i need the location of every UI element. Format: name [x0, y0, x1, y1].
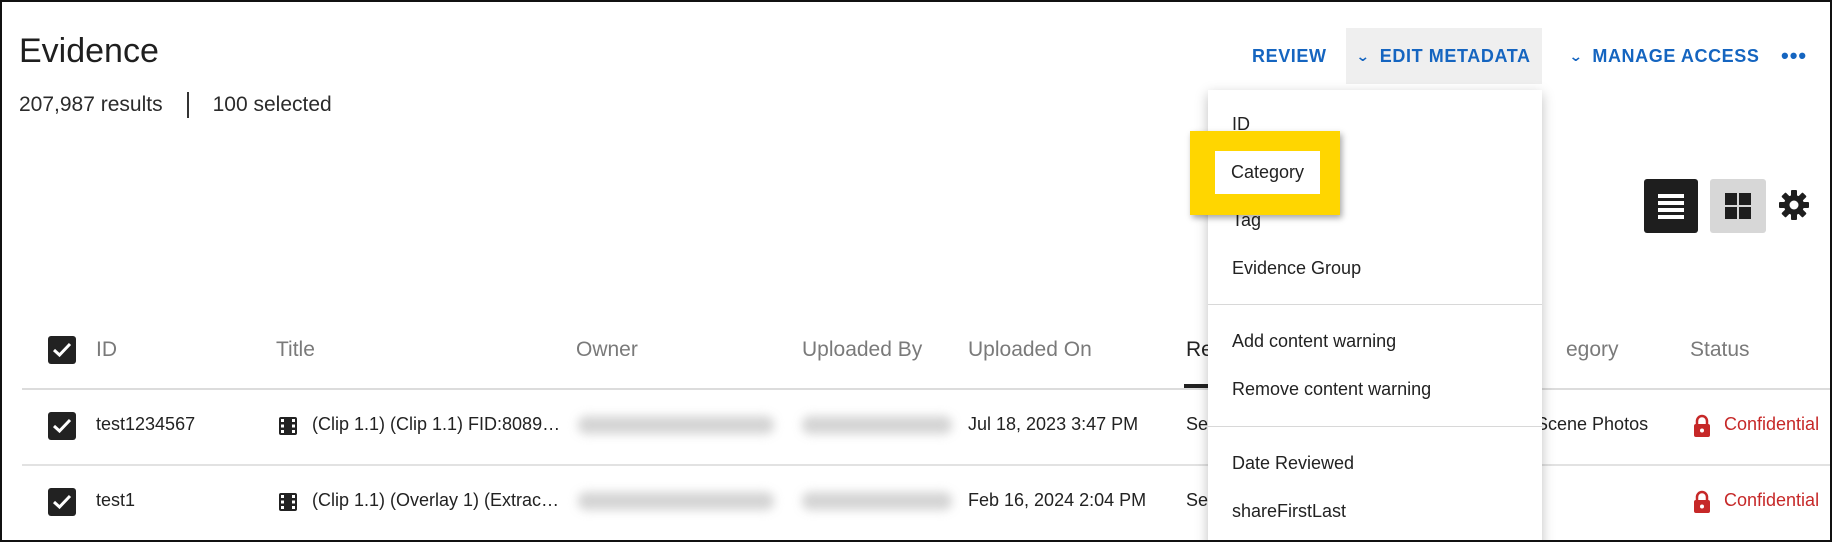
column-header-category[interactable]: egory: [1566, 338, 1619, 362]
menu-item-remove-content-warning[interactable]: Remove content warning: [1232, 379, 1431, 400]
select-all-checkbox[interactable]: [48, 336, 76, 364]
column-header-id[interactable]: ID: [96, 338, 117, 362]
lock-icon: [1694, 490, 1710, 513]
check-icon: [52, 342, 72, 358]
check-icon: [52, 494, 72, 510]
row-uploaded-on: Feb 16, 2024 2:04 PM: [968, 490, 1147, 510]
list-view-button[interactable]: [1644, 179, 1698, 233]
table-row[interactable]: test1 (Clip 1.1) (Overlay 1) (Extrac… Fe…: [22, 466, 1830, 540]
table-row[interactable]: test1234567 (Clip 1.1) (Clip 1.1) FID:80…: [22, 390, 1830, 466]
menu-divider: [1208, 426, 1542, 427]
grid-view-icon: [1725, 193, 1751, 219]
column-header-uploaded-by[interactable]: Uploaded By: [802, 338, 922, 362]
row-reviewed: Se: [1186, 490, 1209, 510]
list-view-icon: [1658, 194, 1684, 219]
column-header-title[interactable]: Title: [276, 338, 315, 362]
more-options-icon[interactable]: •••: [1781, 28, 1807, 84]
row-reviewed: Se: [1186, 414, 1209, 434]
menu-item-evidence-group[interactable]: Evidence Group: [1232, 258, 1361, 279]
row-id: test1234567: [96, 414, 196, 434]
table-header: ID Title Owner Uploaded By Uploaded On R…: [22, 324, 1830, 390]
review-button[interactable]: REVIEW: [1252, 28, 1327, 84]
menu-item-add-content-warning[interactable]: Add content warning: [1232, 331, 1396, 352]
selected-count: 100 selected: [212, 93, 332, 116]
manage-access-button[interactable]: ⌄ MANAGE ACCESS: [1568, 28, 1760, 84]
row-id: test1: [96, 490, 136, 510]
check-icon: [52, 418, 72, 434]
chevron-down-icon: ⌄: [1356, 47, 1372, 64]
app-window: Evidence 207,987 results 100 selected RE…: [0, 0, 1832, 542]
edit-metadata-button[interactable]: ⌄ EDIT METADATA: [1346, 28, 1542, 84]
row-checkbox[interactable]: [48, 488, 76, 516]
video-clip-icon: [279, 493, 297, 511]
settings-button[interactable]: [1776, 187, 1812, 223]
row-category: Scene Photos: [1536, 414, 1649, 434]
row-title[interactable]: (Clip 1.1) (Overlay 1) (Extrac…: [312, 490, 559, 511]
menu-item-date-reviewed[interactable]: Date Reviewed: [1232, 453, 1354, 474]
manage-access-label: MANAGE ACCESS: [1592, 45, 1760, 66]
column-header-owner[interactable]: Owner: [576, 338, 638, 362]
row-checkbox[interactable]: [48, 412, 76, 440]
menu-item-share-first-last[interactable]: shareFirstLast: [1232, 501, 1346, 522]
owner-redacted: [578, 492, 774, 510]
toolbar: REVIEW ⌄ EDIT METADATA ⌄ MANAGE ACCESS •…: [2, 28, 1830, 84]
row-uploaded-on: Jul 18, 2023 3:47 PM: [968, 414, 1139, 434]
menu-divider: [1208, 304, 1542, 305]
chevron-down-icon: ⌄: [1568, 47, 1584, 64]
row-status: Confidential: [1724, 490, 1820, 510]
owner-redacted: [578, 416, 774, 434]
uploaded-by-redacted: [802, 416, 952, 434]
summary-divider: [186, 92, 189, 118]
column-header-status[interactable]: Status: [1690, 338, 1750, 362]
row-title[interactable]: (Clip 1.1) (Clip 1.1) FID:8089…: [312, 414, 560, 435]
gear-icon: [1779, 190, 1809, 220]
uploaded-by-redacted: [802, 492, 952, 510]
video-clip-icon: [279, 417, 297, 435]
column-header-uploaded-on[interactable]: Uploaded On: [968, 338, 1092, 362]
results-count: 207,987 results: [19, 93, 163, 116]
highlighted-category-item[interactable]: Category: [1231, 162, 1304, 183]
grid-view-button[interactable]: [1710, 179, 1766, 233]
results-summary: 207,987 results 100 selected: [19, 92, 332, 118]
row-status: Confidential: [1724, 414, 1820, 434]
edit-metadata-label: EDIT METADATA: [1379, 45, 1531, 66]
lock-icon: [1694, 414, 1710, 437]
